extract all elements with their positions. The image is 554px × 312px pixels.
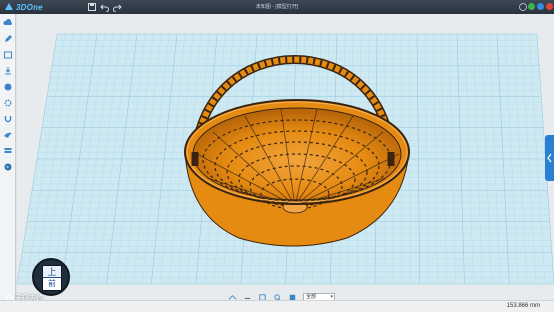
gear-icon[interactable] [3,98,13,108]
magnet-icon[interactable] [3,114,13,124]
measure-readout: 153.866 mm [506,303,540,309]
left-toolbar [0,14,16,312]
status-bar: 153.866 mm [0,300,554,312]
viewport-canvas[interactable]: 上 前 [17,14,554,300]
minimize-button[interactable] [528,3,535,10]
view-cube-face[interactable]: 上 前 [42,265,62,291]
pencil-icon[interactable] [3,34,13,44]
window-title: 未知图 - [模型打开] [255,4,299,10]
view-cube[interactable]: 上 前 [32,258,70,296]
chevron-left-icon [547,153,552,163]
title-bar: 3DOne 未知图 - [模型打开] [0,0,554,14]
maximize-button[interactable] [537,3,544,10]
bird-icon[interactable] [3,130,13,140]
help-icon[interactable] [518,2,528,12]
earth-icon[interactable] [3,162,13,172]
download-icon[interactable] [3,66,13,76]
view-cube-top[interactable]: 上 [43,266,61,278]
globe-icon[interactable] [3,82,13,92]
layers-icon[interactable] [3,146,13,156]
window-icon[interactable] [3,50,13,60]
view-cube-front[interactable]: 前 [43,278,61,290]
cloud-icon[interactable] [3,18,13,28]
filter-select-value: 全部 [306,293,317,300]
grid-and-model [17,33,554,285]
right-panel-toggle[interactable] [545,135,554,181]
close-button[interactable] [546,3,553,10]
